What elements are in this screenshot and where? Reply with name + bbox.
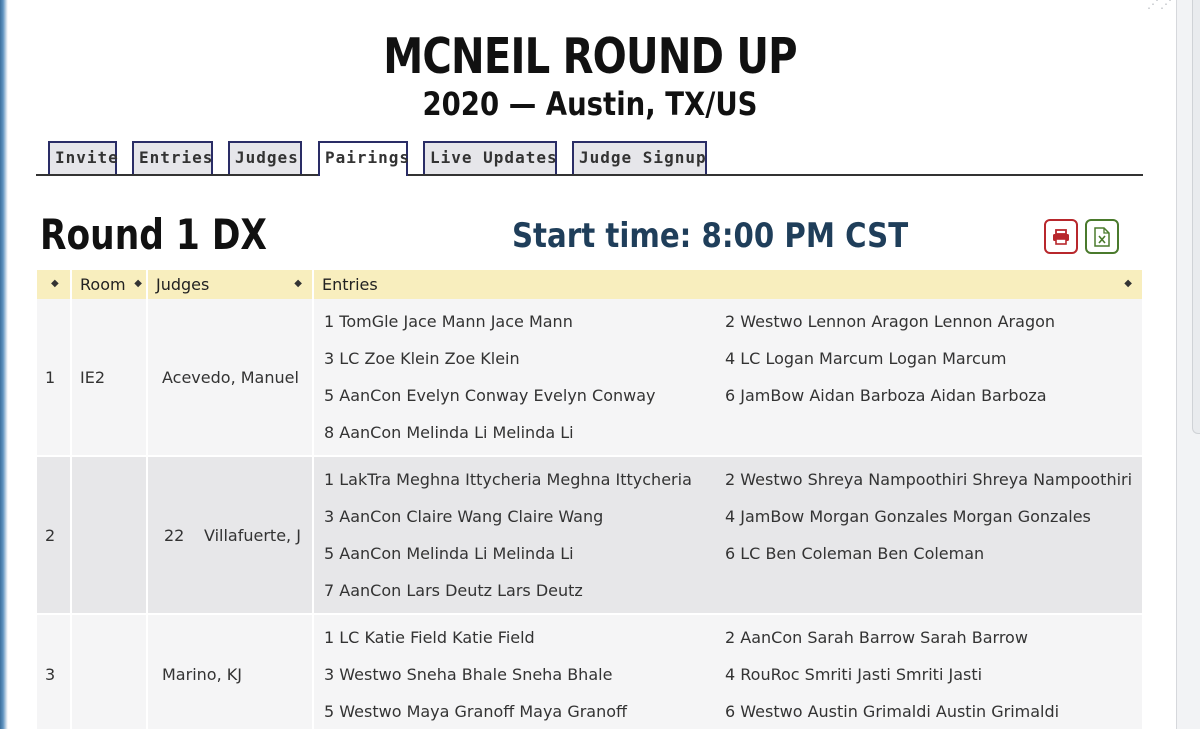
printer-icon (1053, 228, 1069, 245)
row-judge: Acevedo, Manuel (147, 299, 314, 456)
row-judge: 22 Villafuerte, J (147, 455, 314, 614)
sort-icon: ◆ (294, 278, 302, 289)
judge-name: Villafuerte, J (204, 525, 301, 545)
entry: 7 AanCon Lars Deutz Lars Deutz (324, 581, 583, 600)
corner-grip: ⋰⋰ (1147, 0, 1173, 11)
print-button[interactable] (1044, 219, 1078, 254)
sort-icon: ◆ (1124, 278, 1132, 289)
tournament-title: MCNEIL ROUND UP (383, 28, 797, 85)
row-room (71, 455, 148, 614)
entry: 4 JamBow Morgan Gonzales Morgan Gonzales (725, 507, 1091, 526)
tab-invite[interactable]: Invite (48, 141, 118, 174)
table-row: 3 Marino, KJ 1 LC Katie Field Katie Fiel… (37, 613, 1144, 729)
start-time: Start time: 8:00 PM CST (512, 216, 909, 256)
entry: 2 AanCon Sarah Barrow Sarah Barrow (725, 628, 1028, 647)
entry: 2 Westwo Shreya Nampoothiri Shreya Nampo… (725, 470, 1133, 489)
excel-export-button[interactable] (1085, 219, 1119, 254)
entry: 5 AanCon Evelyn Conway Evelyn Conway (324, 386, 656, 405)
scrollbar-thumb[interactable] (1192, 0, 1200, 434)
tab-pairings[interactable]: Pairings (318, 141, 409, 176)
column-header-index[interactable]: ◆ (37, 270, 72, 299)
tournament-subtitle: 2020 — Austin, TX/US (422, 85, 758, 123)
entry: 5 Westwo Maya Granoff Maya Granoff (324, 702, 628, 721)
row-index: 3 (37, 613, 72, 729)
tab-judges[interactable]: Judges (228, 141, 302, 174)
entry: 3 LC Zoe Klein Zoe Klein (324, 349, 520, 368)
row-judge: Marino, KJ (147, 613, 314, 729)
row-entries: 1 LakTra Meghna Ittycheria Meghna Ittych… (313, 455, 1144, 614)
entry: 6 Westwo Austin Grimaldi Austin Grimaldi (725, 702, 1060, 721)
column-header-entries[interactable]: Entries ◆ (313, 270, 1144, 299)
entry: 4 LC Logan Marcum Logan Marcum (725, 349, 1007, 368)
tournament-tabs: Invite Entries Judges Pairings Live Upda… (36, 141, 1143, 176)
row-entries: 1 TomGle Jace Mann Jace Mann 2 Westwo Le… (313, 299, 1144, 456)
row-room (71, 613, 148, 729)
judge-name: Acevedo, Manuel (162, 367, 299, 387)
judge-code: 22 (164, 525, 185, 545)
row-room: IE2 (71, 299, 148, 456)
entry: 5 AanCon Melinda Li Melinda Li (324, 544, 574, 563)
entry: 3 AanCon Claire Wang Claire Wang (324, 507, 604, 526)
tab-judge-signup[interactable]: Judge Signup (572, 141, 707, 174)
table-header-row: ◆ Room ◆ Judges ◆ Entries ◆ (37, 270, 1144, 299)
tab-live-updates[interactable]: Live Updates (423, 141, 557, 174)
row-index: 1 (37, 299, 72, 456)
tab-entries[interactable]: Entries (132, 141, 213, 174)
column-header-judges[interactable]: Judges ◆ (147, 270, 314, 299)
entry: 8 AanCon Melinda Li Melinda Li (324, 423, 574, 442)
entry: 1 LakTra Meghna Ittycheria Meghna Ittych… (324, 470, 692, 489)
sort-icon: ◆ (134, 278, 142, 289)
row-index: 2 (37, 455, 72, 614)
entry: 3 Westwo Sneha Bhale Sneha Bhale (324, 665, 613, 684)
entry: 1 TomGle Jace Mann Jace Mann (324, 312, 573, 331)
page-header: MCNEIL ROUND UP 2020 — Austin, TX/US (0, 28, 1180, 124)
column-header-room[interactable]: Room ◆ (71, 270, 148, 299)
judge-name: Marino, KJ (162, 665, 242, 684)
table-row: 1 IE2 Acevedo, Manuel 1 TomGle Jace Mann… (37, 299, 1144, 456)
pairings-table: ◆ Room ◆ Judges ◆ Entries ◆ 1 IE2 Aceved… (37, 270, 1144, 729)
entry: 6 LC Ben Coleman Ben Coleman (725, 544, 985, 563)
entry: 1 LC Katie Field Katie Field (324, 628, 535, 647)
entry: 2 Westwo Lennon Aragon Lennon Aragon (725, 312, 1056, 331)
excel-file-icon (1094, 226, 1110, 247)
entry: 6 JamBow Aidan Barboza Aidan Barboza (725, 386, 1047, 405)
table-row: 2 22 Villafuerte, J 1 LakTra Meghna Ittyc… (37, 455, 1144, 614)
entry: 4 RouRoc Smriti Jasti Smriti Jasti (725, 665, 983, 684)
row-entries: 1 LC Katie Field Katie Field 2 AanCon Sa… (313, 613, 1144, 729)
round-title: Round 1 DX (40, 210, 267, 259)
sort-icon: ◆ (51, 278, 59, 289)
